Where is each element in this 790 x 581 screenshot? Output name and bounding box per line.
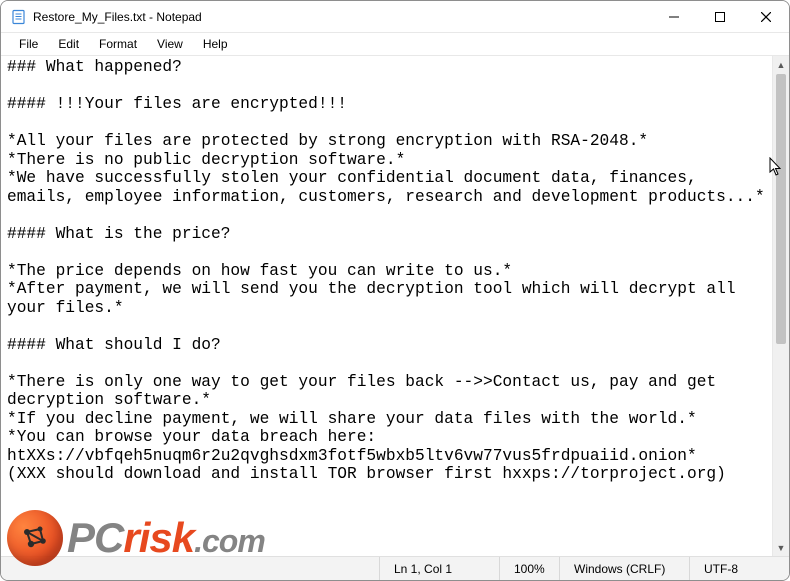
menu-edit[interactable]: Edit xyxy=(48,35,89,53)
editor-area: ### What happened? #### !!!Your files ar… xyxy=(1,55,789,556)
minimize-button[interactable] xyxy=(651,1,697,33)
menubar: File Edit Format View Help xyxy=(1,33,789,55)
scrollbar-thumb[interactable] xyxy=(776,74,786,344)
vertical-scrollbar[interactable]: ▲ ▼ xyxy=(772,56,789,556)
menu-view[interactable]: View xyxy=(147,35,193,53)
status-zoom: 100% xyxy=(499,557,559,580)
text-content[interactable]: ### What happened? #### !!!Your files ar… xyxy=(1,56,772,556)
close-button[interactable] xyxy=(743,1,789,33)
statusbar: Ln 1, Col 1 100% Windows (CRLF) UTF-8 xyxy=(1,556,789,580)
status-line-ending: Windows (CRLF) xyxy=(559,557,689,580)
menu-format[interactable]: Format xyxy=(89,35,147,53)
scroll-down-arrow[interactable]: ▼ xyxy=(773,539,789,556)
menu-help[interactable]: Help xyxy=(193,35,238,53)
status-encoding: UTF-8 xyxy=(689,557,789,580)
scroll-up-arrow[interactable]: ▲ xyxy=(773,56,789,73)
status-position: Ln 1, Col 1 xyxy=(379,557,499,580)
window-title: Restore_My_Files.txt - Notepad xyxy=(33,10,202,24)
menu-file[interactable]: File xyxy=(9,35,48,53)
maximize-button[interactable] xyxy=(697,1,743,33)
status-spacer xyxy=(1,557,379,580)
titlebar: Restore_My_Files.txt - Notepad xyxy=(1,1,789,33)
notepad-window: Restore_My_Files.txt - Notepad File Edit… xyxy=(0,0,790,581)
notepad-icon xyxy=(11,9,27,25)
